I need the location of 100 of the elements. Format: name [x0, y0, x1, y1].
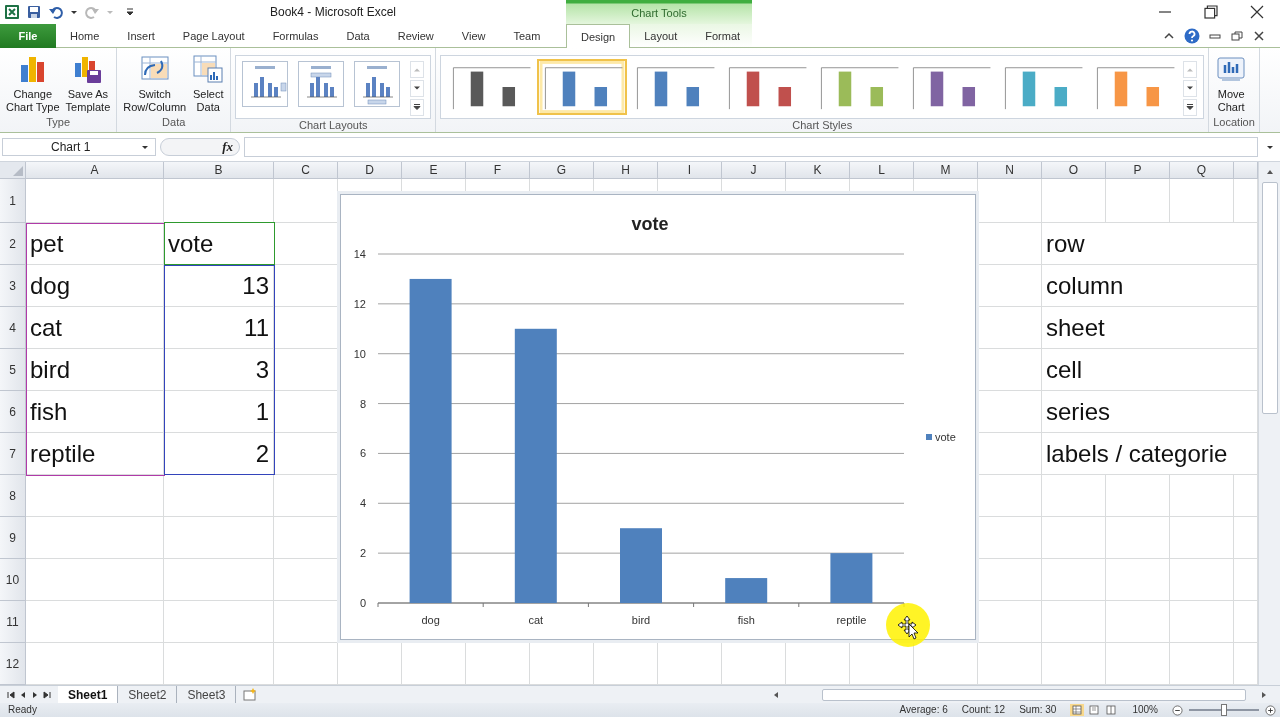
row-header[interactable]: 2 [0, 223, 26, 265]
table-cell: cat [26, 307, 164, 349]
column-header[interactable]: C [274, 162, 338, 179]
column-header[interactable]: F [466, 162, 530, 179]
zoom-out-icon[interactable] [1172, 704, 1183, 716]
ribbon-button[interactable]: Select Data [190, 51, 227, 116]
column-header[interactable]: D [338, 162, 402, 179]
column-header[interactable]: A [26, 162, 164, 179]
row-header[interactable]: 1 [0, 179, 26, 223]
group-label: Chart Layouts [297, 119, 369, 132]
sheet-tab[interactable]: Sheet1 [58, 686, 119, 703]
column-header[interactable]: J [722, 162, 786, 179]
group-label: Type [45, 116, 72, 130]
table-cell [1170, 601, 1234, 643]
row-header[interactable]: 3 [0, 265, 26, 307]
help-icon[interactable] [1184, 27, 1200, 44]
ribbon-button[interactable]: Move Chart [1213, 51, 1250, 116]
axis-tick-label: 10 [353, 347, 366, 360]
first-sheet-icon[interactable] [6, 689, 16, 700]
ribbon-button[interactable]: Save As Template [63, 51, 113, 116]
close-icon[interactable] [1252, 28, 1266, 43]
zoom-level[interactable]: 100% [1132, 703, 1158, 717]
row-header[interactable]: 10 [0, 559, 26, 601]
column-header[interactable]: K [786, 162, 850, 179]
more-icon[interactable] [1183, 99, 1198, 116]
vertical-scrollbar[interactable] [1258, 162, 1280, 685]
row-header[interactable]: 12 [0, 643, 26, 685]
ribbon-tab[interactable]: Formulas [258, 24, 333, 48]
expand-icon[interactable] [1266, 143, 1274, 151]
table-cell: 11 [164, 307, 274, 349]
table-cell: 1 [164, 391, 274, 433]
ribbon-tab[interactable]: Data [332, 24, 384, 48]
column-header[interactable]: H [594, 162, 658, 179]
row-header[interactable]: 4 [0, 307, 26, 349]
table-cell: 2 [164, 433, 274, 475]
window-title: Book4 - Microsoft Excel [268, 5, 397, 19]
group-label: Chart Styles [791, 119, 854, 132]
axis-tick-label: 2 [359, 547, 366, 560]
chart-layout-icon[interactable] [298, 61, 345, 107]
insert-function-button[interactable]: fx [222, 139, 233, 155]
ribbon-button[interactable]: Switch Row/Column [121, 51, 189, 116]
row-header[interactable]: 9 [0, 517, 26, 559]
ribbon-tab[interactable]: View [447, 24, 500, 48]
view-button[interactable] [1104, 704, 1119, 716]
column-header[interactable]: G [530, 162, 594, 179]
axis-tick-label: 0 [359, 597, 366, 609]
dropdown-caret-icon[interactable] [141, 143, 149, 151]
chart-layout-icon[interactable] [242, 61, 289, 107]
column-header[interactable]: N [978, 162, 1042, 179]
column-header[interactable]: E [402, 162, 466, 179]
undo-icon[interactable] [48, 4, 64, 20]
chart-layout-icon[interactable] [354, 61, 401, 107]
column-header[interactable]: B [164, 162, 274, 179]
view-button[interactable] [1070, 704, 1085, 716]
chart-area[interactable]: vote 0 2 4 6 8 10 12 14 dog cat bird fish reptile vote [340, 194, 976, 640]
scroll-down-icon[interactable] [410, 80, 425, 97]
ribbon-tab[interactable]: Format [691, 24, 755, 48]
column-header[interactable]: Q [1170, 162, 1234, 179]
row-header[interactable]: 8 [0, 475, 26, 517]
ribbon-tab[interactable]: Page Layout [168, 24, 259, 48]
zoom-in-icon[interactable] [1265, 704, 1276, 716]
name-box[interactable]: Chart 1 [2, 138, 156, 156]
table-cell [1170, 517, 1234, 559]
average-readout: Average: 6 [899, 703, 948, 717]
axis-tick-label: 14 [353, 248, 366, 260]
last-sheet-icon[interactable] [42, 689, 52, 700]
column-header[interactable]: O [1042, 162, 1106, 179]
customize-toolbar-icon[interactable] [126, 8, 134, 16]
ribbon-tab[interactable]: Review [383, 24, 448, 48]
category-label: reptile [836, 614, 867, 626]
zoom-slider-thumb[interactable] [1221, 704, 1227, 716]
scroll-down-icon[interactable] [1183, 80, 1198, 97]
ribbon-tab[interactable]: Design [566, 24, 631, 49]
category-label: dog [421, 614, 440, 626]
column-header[interactable]: I [658, 162, 722, 179]
column-header[interactable]: M [914, 162, 978, 179]
column-header[interactable]: P [1106, 162, 1170, 179]
ribbon-button[interactable]: Change Chart Type [4, 51, 62, 116]
more-icon[interactable] [410, 99, 425, 116]
cursor-icon [885, 602, 931, 648]
ribbon-tab[interactable]: Team [499, 24, 555, 48]
row-header[interactable]: 7 [0, 433, 26, 475]
legend-label: vote [935, 431, 956, 443]
chart-style-thumbnail[interactable] [539, 61, 626, 113]
save-icon[interactable] [26, 4, 42, 20]
row-header[interactable]: 11 [0, 601, 26, 643]
row-header[interactable]: 6 [0, 391, 26, 433]
dropdown-caret-icon[interactable] [70, 8, 78, 16]
row-header[interactable]: 5 [0, 349, 26, 391]
table-cell [1042, 559, 1106, 601]
formula-input[interactable] [244, 137, 1258, 157]
file-tab[interactable]: File [0, 24, 56, 48]
ribbon-tab[interactable]: Insert [113, 24, 169, 48]
ribbon-tab[interactable]: Home [56, 24, 114, 48]
column-header[interactable]: L [850, 162, 914, 179]
ribbon-tab[interactable]: Layout [630, 24, 692, 48]
table-cell: pet [26, 223, 164, 265]
excel-logo-icon [4, 4, 20, 20]
view-button[interactable] [1087, 704, 1102, 716]
table-cell: dog [26, 265, 164, 307]
